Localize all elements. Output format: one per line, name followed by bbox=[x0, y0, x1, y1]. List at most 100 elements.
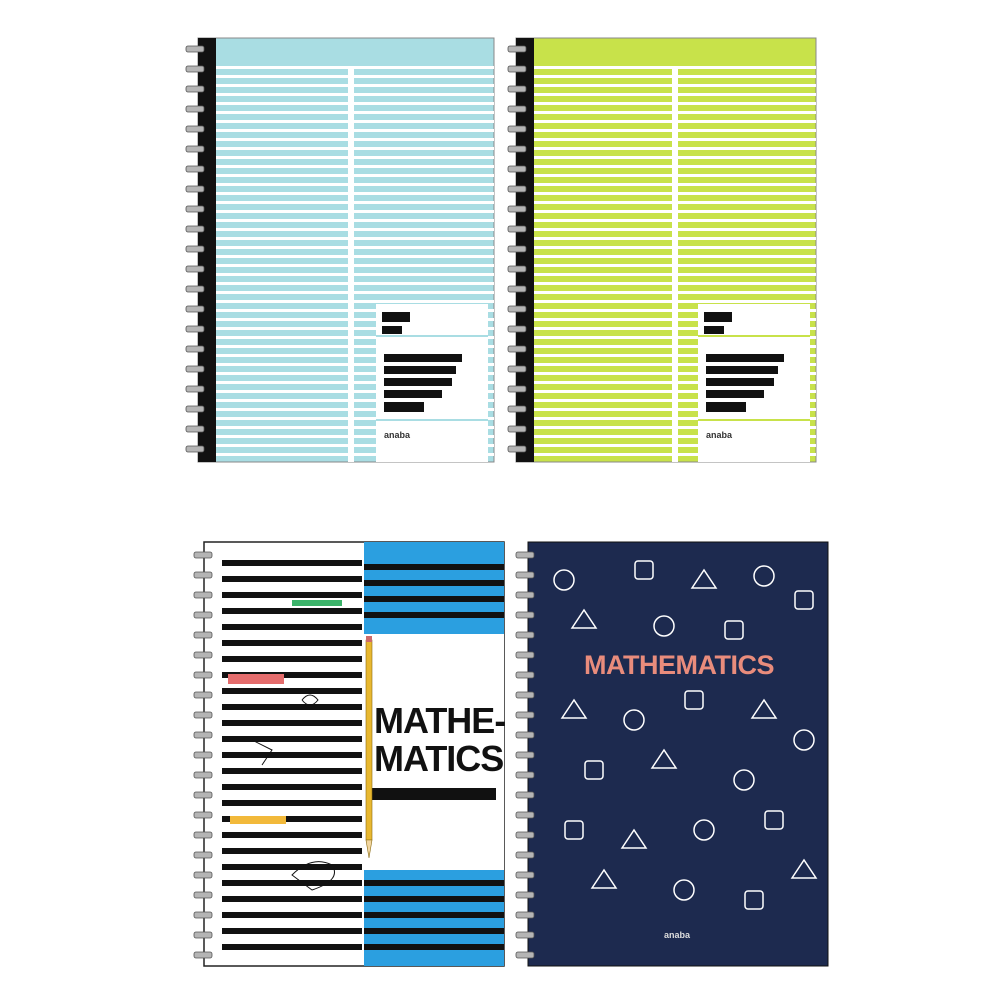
spiral-ring bbox=[185, 405, 205, 413]
spiral-ring bbox=[193, 771, 213, 779]
ruled-line bbox=[216, 147, 494, 150]
left-stripe bbox=[222, 784, 362, 790]
spiral-ring bbox=[185, 265, 205, 273]
spiral-ring bbox=[185, 185, 205, 193]
spiral-ring bbox=[515, 671, 535, 679]
spiral-ring bbox=[193, 931, 213, 939]
ruled-line bbox=[216, 75, 494, 78]
left-stripe bbox=[222, 576, 362, 582]
spiral-ring bbox=[185, 345, 205, 353]
ruled-line bbox=[216, 183, 494, 186]
spiral-ring bbox=[193, 951, 213, 959]
left-stripe bbox=[222, 928, 362, 934]
spiral-ring bbox=[507, 385, 527, 393]
ruled-line bbox=[216, 291, 494, 294]
right-stripe bbox=[364, 880, 504, 886]
spiral-ring bbox=[515, 831, 535, 839]
ruled-line bbox=[216, 246, 494, 249]
notebook-green-lined: anaba bbox=[500, 36, 820, 466]
spiral-ring bbox=[515, 571, 535, 579]
spiral-ring bbox=[185, 65, 205, 73]
orange-tag bbox=[230, 816, 286, 824]
ruled-line bbox=[216, 255, 494, 258]
ruled-line bbox=[216, 192, 494, 195]
spiral-ring bbox=[185, 125, 205, 133]
left-stripe bbox=[222, 912, 362, 918]
spiral-ring bbox=[507, 405, 527, 413]
spiral-ring bbox=[507, 85, 527, 93]
spiral-ring bbox=[507, 185, 527, 193]
spiral-ring bbox=[507, 125, 527, 133]
ruled-line bbox=[216, 120, 494, 123]
ruled-line bbox=[216, 273, 494, 276]
spiral-ring bbox=[185, 385, 205, 393]
right-stripe bbox=[364, 564, 504, 570]
right-stripe bbox=[364, 896, 504, 902]
left-stripe bbox=[222, 720, 362, 726]
spiral-ring bbox=[507, 425, 527, 433]
spiral-ring bbox=[507, 285, 527, 293]
left-stripe bbox=[222, 896, 362, 902]
spiral-ring bbox=[193, 811, 213, 819]
spiral-ring bbox=[185, 445, 205, 453]
blue-brand-label: anaba bbox=[384, 430, 411, 440]
spiral-ring bbox=[507, 225, 527, 233]
spiral-ring bbox=[185, 425, 205, 433]
spiral-ring bbox=[193, 851, 213, 859]
spiral-ring bbox=[193, 731, 213, 739]
left-stripe bbox=[222, 736, 362, 742]
right-stripe bbox=[364, 928, 504, 934]
blue-spiral-rings bbox=[185, 45, 205, 453]
spiral-ring bbox=[185, 205, 205, 213]
spiral-ring bbox=[193, 791, 213, 799]
spiral-ring bbox=[193, 571, 213, 579]
right-stripe bbox=[364, 580, 504, 586]
ruled-line bbox=[216, 282, 494, 285]
spiral-ring bbox=[515, 911, 535, 919]
left-stripe bbox=[222, 752, 362, 758]
spiral-ring bbox=[185, 305, 205, 313]
spiral-ring bbox=[193, 631, 213, 639]
notebook-blue-lined: anaba bbox=[178, 36, 498, 466]
right-stripe bbox=[364, 596, 504, 602]
left-stripe bbox=[222, 864, 362, 870]
ruled-line bbox=[216, 228, 494, 231]
spiral-ring bbox=[185, 325, 205, 333]
left-stripe bbox=[222, 624, 362, 630]
left-stripe bbox=[222, 592, 362, 598]
math-spiral-rings bbox=[193, 551, 213, 959]
spiral-ring bbox=[507, 205, 527, 213]
spiral-ring bbox=[507, 365, 527, 373]
left-stripe bbox=[222, 688, 362, 694]
ruled-line bbox=[216, 165, 494, 168]
math-title-line2: MATICS bbox=[374, 738, 504, 779]
ruled-line bbox=[216, 129, 494, 132]
title-underline-bar bbox=[372, 788, 496, 800]
spiral-ring bbox=[507, 345, 527, 353]
spiral-ring bbox=[185, 245, 205, 253]
spiral-ring bbox=[515, 751, 535, 759]
left-stripe bbox=[222, 800, 362, 806]
left-stripe bbox=[222, 944, 362, 950]
spiral-ring bbox=[507, 105, 527, 113]
ruled-line bbox=[216, 300, 494, 303]
spiral-ring bbox=[515, 791, 535, 799]
spiral-ring bbox=[507, 445, 527, 453]
pencil-icon bbox=[365, 636, 373, 859]
spiral-ring bbox=[515, 851, 535, 859]
spiral-ring bbox=[507, 45, 527, 53]
spiral-ring bbox=[507, 65, 527, 73]
spiral-ring bbox=[507, 265, 527, 273]
spiral-ring bbox=[507, 305, 527, 313]
red-tag bbox=[228, 674, 284, 684]
spiral-ring bbox=[193, 691, 213, 699]
ruled-line bbox=[216, 156, 494, 159]
navy-brand-label: anaba bbox=[664, 930, 691, 940]
spiral-ring bbox=[515, 651, 535, 659]
notebook-green-cover bbox=[507, 37, 817, 463]
spiral-ring bbox=[185, 365, 205, 373]
navy-spiral-rings bbox=[515, 551, 535, 959]
spiral-ring bbox=[515, 591, 535, 599]
spiral-ring bbox=[507, 145, 527, 153]
spiral-ring bbox=[515, 611, 535, 619]
